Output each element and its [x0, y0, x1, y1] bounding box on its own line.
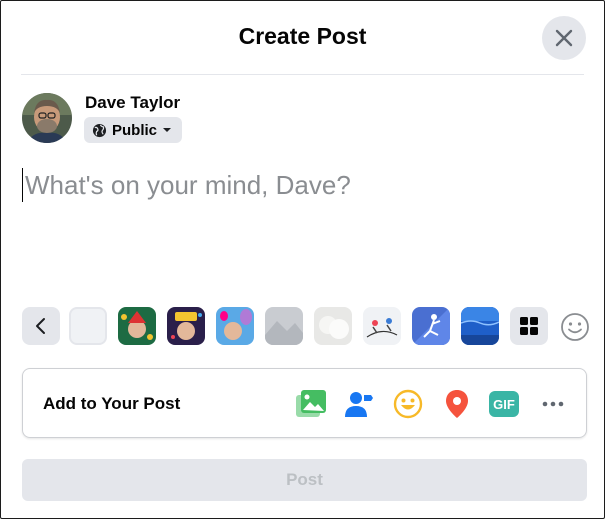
background-swatch-holiday-gnome[interactable] [118, 307, 156, 345]
grid-icon [520, 317, 538, 335]
check-in-button[interactable] [439, 386, 475, 422]
post-button[interactable]: Post [22, 459, 587, 501]
svg-text:GIF: GIF [493, 397, 515, 412]
add-to-post-panel: Add to Your Post GIF [22, 368, 587, 438]
close-icon [555, 29, 573, 47]
more-backgrounds-button[interactable] [510, 307, 548, 345]
gif-button[interactable]: GIF [486, 386, 522, 422]
photo-video-button[interactable] [293, 386, 329, 422]
background-swatch-balloon-face[interactable] [216, 307, 254, 345]
tag-person-icon [345, 392, 373, 417]
photo-icon [296, 390, 326, 417]
smiley-icon [561, 313, 589, 341]
background-swatch-skaters[interactable] [363, 307, 401, 345]
privacy-label: Public [112, 121, 158, 139]
text-cursor [22, 168, 23, 202]
background-collapse-button[interactable] [22, 307, 60, 345]
background-swatch-white-fluffy[interactable] [314, 307, 352, 345]
background-swatch-plain[interactable] [69, 307, 107, 345]
create-post-dialog: Create Post Dave Taylor Public What's on… [0, 0, 605, 519]
close-button[interactable] [542, 16, 586, 60]
tag-people-button[interactable] [341, 386, 377, 422]
emoji-picker-button[interactable] [560, 312, 590, 342]
dialog-title: Create Post [238, 23, 367, 49]
post-text-input[interactable]: What's on your mind, Dave? [22, 165, 582, 205]
composer-placeholder: What's on your mind, Dave? [25, 169, 351, 200]
avatar-photo [22, 93, 72, 143]
background-swatch-2020-celebration[interactable] [167, 307, 205, 345]
add-to-post-label: Add to Your Post [43, 394, 181, 413]
dialog-header: Create Post [21, 1, 586, 75]
avatar[interactable] [22, 93, 72, 143]
background-picker [22, 307, 548, 345]
background-swatch-blue-water[interactable] [461, 307, 499, 345]
background-swatch-purple-dancer[interactable] [412, 307, 450, 345]
privacy-selector-button[interactable]: Public [84, 117, 183, 143]
background-swatch-gray-photo[interactable] [265, 307, 303, 345]
caret-down-icon [163, 128, 172, 132]
chevron-left-icon [36, 318, 45, 334]
gif-icon: GIF [489, 391, 519, 417]
location-pin-icon [446, 390, 468, 418]
globe-icon [92, 123, 107, 137]
more-options-button[interactable] [535, 386, 571, 422]
feeling-smiley-icon [393, 389, 423, 419]
feeling-activity-button[interactable] [390, 386, 426, 422]
user-name: Dave Taylor [85, 93, 181, 112]
more-dots-icon [542, 401, 564, 407]
